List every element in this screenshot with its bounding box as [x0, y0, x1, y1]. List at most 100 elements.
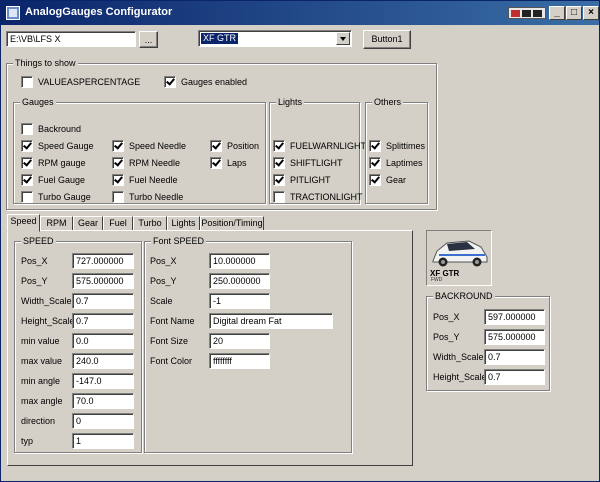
speed-posx-input[interactable]: 727.000000 [72, 253, 134, 269]
tab-fuel[interactable]: Fuel [103, 216, 133, 231]
checkbox-box[interactable] [273, 174, 285, 186]
speed-height-scale-input[interactable]: 0.7 [72, 313, 134, 329]
backround-legend: BACKROUND [433, 291, 495, 301]
bg-posx-label: Pos_X [433, 312, 460, 322]
font-speed-group: Font SPEED Pos_X 10.000000 Pos_Y 250.000… [144, 236, 352, 453]
checkbox-box[interactable] [369, 140, 381, 152]
car-drive: FWD [431, 277, 443, 283]
font-size-input[interactable]: 20 [209, 333, 270, 349]
app-icon[interactable] [6, 6, 20, 20]
tab-speed[interactable]: Speed [7, 214, 40, 232]
font-name-label: Font Name [150, 316, 195, 326]
minimize-button[interactable]: _ [549, 6, 565, 20]
car-image-icon [432, 240, 488, 267]
checkbox-box[interactable] [112, 174, 124, 186]
speed-max-value-input[interactable]: 240.0 [72, 353, 134, 369]
tab-position-timing[interactable]: Position/Timing [200, 216, 264, 231]
checkbox-box[interactable] [273, 191, 285, 203]
font-name-input[interactable]: Digital dream Fat [209, 313, 333, 329]
gauges-legend: Gauges [20, 97, 56, 107]
things-to-show-legend: Things to show [13, 58, 78, 68]
checkbox-box[interactable] [112, 191, 124, 203]
car-select[interactable]: XF GTR [198, 30, 352, 47]
car-preview[interactable]: XF GTR FWD [426, 230, 492, 286]
checkbox-label: Position [227, 141, 260, 151]
speed-direction-label: direction [21, 416, 56, 426]
font-scale-input[interactable]: -1 [209, 293, 270, 309]
bg-posy-input[interactable]: 575.000000 [484, 329, 545, 345]
speed-posx-label: Pos_X [21, 256, 48, 266]
checkbox-box[interactable] [21, 174, 33, 186]
checkbox-label: Backround [38, 124, 82, 134]
font-posx-input[interactable]: 10.000000 [209, 253, 270, 269]
checkbox-label: FUELWARNLIGHT [290, 141, 367, 151]
close-button[interactable]: × [583, 6, 599, 20]
bg-height-scale-label: Height_Scale [433, 372, 487, 382]
things-to-show-group: Things to show VALUEASPERCENTAGE Gauges … [6, 58, 437, 210]
checkbox-box[interactable] [369, 157, 381, 169]
bg-height-scale-input[interactable]: 0.7 [484, 369, 545, 385]
checkbox-label: PITLIGHT [290, 175, 331, 185]
tab-gear[interactable]: Gear [73, 216, 103, 231]
checkbox-box[interactable] [112, 140, 124, 152]
bg-width-scale-label: Width_Scale [433, 352, 484, 362]
checkbox-box[interactable] [210, 140, 222, 152]
speed-max-angle-input[interactable]: 70.0 [72, 393, 134, 409]
car-select-value: XF GTR [201, 33, 238, 44]
tray-icons[interactable] [508, 7, 546, 19]
checkbox-label: VALUEASPERCENTAGE [38, 77, 141, 87]
path-input[interactable]: E:\VB\LFS X [6, 31, 136, 47]
speed-typ-label: typ [21, 436, 34, 446]
speed-direction-input[interactable]: 0 [72, 413, 134, 429]
gauges-group: Gauges Backround Speed Gauge Speed Needl… [13, 97, 266, 204]
speed-min-angle-input[interactable]: -147.0 [72, 373, 134, 389]
window-title: AnalogGauges Configurator [25, 6, 173, 18]
checkbox-box[interactable] [112, 157, 124, 169]
checkbox-label: Speed Needle [129, 141, 187, 151]
checkbox-box[interactable] [369, 174, 381, 186]
checkbox-label: SHIFTLIGHT [290, 158, 343, 168]
font-color-input[interactable]: ffffffff [209, 353, 270, 369]
tab-turbo[interactable]: Turbo [133, 216, 167, 231]
font-speed-legend: Font SPEED [151, 236, 207, 246]
speed-max-value-label: max value [21, 356, 63, 366]
font-size-label: Font Size [150, 336, 189, 346]
checkbox-box[interactable] [273, 157, 285, 169]
browse-button[interactable]: ... [139, 31, 158, 48]
app-window: AnalogGauges Configurator _ □ × E:\VB\LF… [0, 0, 600, 482]
checkbox-box[interactable] [21, 157, 33, 169]
bg-posx-input[interactable]: 597.000000 [484, 309, 545, 325]
title-bar[interactable]: AnalogGauges Configurator _ □ × [1, 1, 599, 25]
font-posy-label: Pos_Y [150, 276, 177, 286]
chevron-down-icon[interactable] [336, 32, 350, 45]
speed-posy-label: Pos_Y [21, 276, 48, 286]
checkbox-box[interactable] [210, 157, 222, 169]
font-color-label: Font Color [150, 356, 193, 366]
button1[interactable]: Button1 [363, 30, 411, 49]
checkbox-box[interactable] [21, 123, 33, 135]
checkbox-box[interactable] [273, 140, 285, 152]
speed-width-scale-input[interactable]: 0.7 [72, 293, 134, 309]
speed-typ-input[interactable]: 1 [72, 433, 134, 449]
checkbox-box[interactable] [21, 76, 33, 88]
checkbox-label: Gear [386, 175, 407, 185]
speed-min-value-input[interactable]: 0.0 [72, 333, 134, 349]
lights-legend: Lights [276, 97, 305, 107]
checkbox-label: TRACTIONLIGHT [290, 192, 363, 202]
lights-group: Lights FUELWARNLIGHT SHIFTLIGHT PITLIGHT… [269, 97, 366, 204]
speed-posy-input[interactable]: 575.000000 [72, 273, 134, 289]
checkbox-label: Laps [227, 158, 247, 168]
font-scale-label: Scale [150, 296, 173, 306]
tab-lights[interactable]: Lights [167, 216, 200, 231]
bg-width-scale-input[interactable]: 0.7 [484, 349, 545, 365]
others-legend: Others [372, 97, 404, 107]
checkbox-label: Speed Gauge [38, 141, 94, 151]
tab-rpm[interactable]: RPM [40, 216, 73, 231]
checkbox-box[interactable] [21, 191, 33, 203]
checkbox-box[interactable] [164, 76, 176, 88]
speed-min-value-label: min value [21, 336, 60, 346]
font-posy-input[interactable]: 250.000000 [209, 273, 270, 289]
checkbox-box[interactable] [21, 140, 33, 152]
speed-group: SPEED Pos_X 727.000000 Pos_Y 575.000000 … [14, 236, 142, 453]
maximize-button[interactable]: □ [566, 6, 582, 20]
